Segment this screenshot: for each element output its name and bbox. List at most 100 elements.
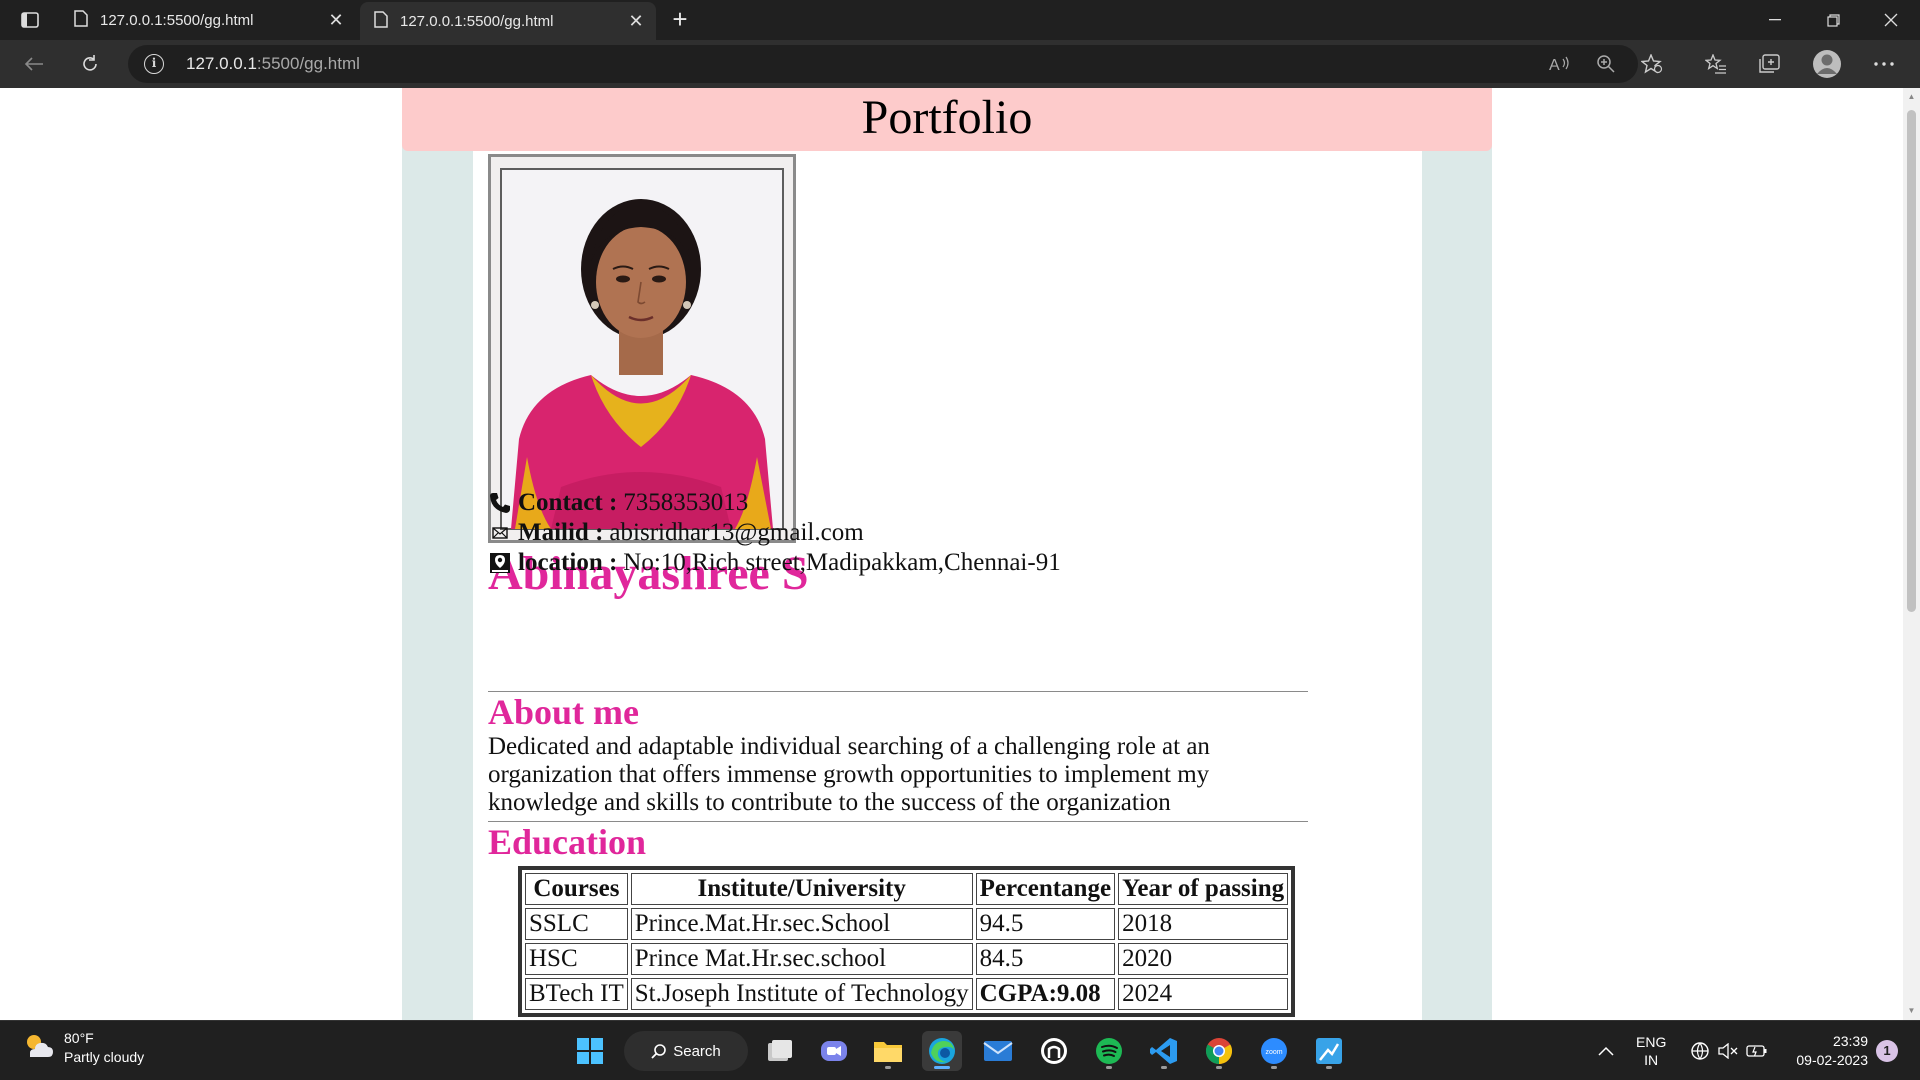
task-view-icon[interactable] [760,1031,800,1071]
portfolio-header: Portfolio [402,88,1492,151]
profile-avatar-icon[interactable] [1811,48,1843,80]
svg-text:A: A [1549,57,1560,73]
location-icon [488,551,512,575]
phone-icon [488,491,512,515]
volume-muted-icon[interactable] [1718,1021,1738,1080]
mail-icon [488,521,512,545]
clock-date: 09-02-2023 [1796,1052,1868,1068]
notifications-badge[interactable]: 1 [1876,1021,1898,1080]
page-viewport: Portfolio Abinayashree S Contact: 73583… [0,88,1903,1020]
read-aloud-icon[interactable]: A [1544,48,1576,80]
url-path: :5500/gg.html [256,54,360,73]
table-cell: Prince Mat.Hr.sec.school [630,943,973,975]
table-cell: 2020 [1118,943,1289,975]
scroll-down-icon[interactable]: ▼ [1906,1006,1917,1016]
url-text[interactable]: 127.0.0.1:5500/gg.html [186,54,360,74]
table-row: HSC Prince Mat.Hr.sec.school 84.5 2020 [525,943,1289,975]
collections-icon[interactable] [1753,48,1785,80]
location-line: location : No:10,Rich street,Madipakkam,… [488,548,1061,578]
back-icon[interactable] [18,48,50,80]
tab-1[interactable]: 127.0.0.1:5500/gg.html ✕ [60,0,356,40]
zoom-app-icon[interactable]: zoom [1254,1031,1294,1071]
tab-title: 127.0.0.1:5500/gg.html [400,12,554,30]
weather-condition: Partly cloudy [64,1049,145,1065]
language-indicator[interactable]: ENG IN [1636,1021,1666,1080]
table-cell: 2018 [1118,908,1289,940]
page-icon [374,10,388,32]
location-value: No:10,Rich street,Madipakkam,Chennai-91 [623,549,1061,576]
scrollbar-thumb[interactable] [1907,110,1916,612]
table-cell: 84.5 [975,943,1116,975]
table-cell: HSC [525,943,628,975]
running-indicator [1106,1066,1112,1069]
location-label: location : [518,549,618,576]
edge-browser-icon[interactable] [922,1031,962,1071]
language-line2: IN [1644,1052,1659,1068]
browser-toolbar: i 127.0.0.1:5500/gg.html A [0,40,1920,88]
github-icon[interactable] [1034,1031,1074,1071]
education-table: Courses Institute/University Percentange… [518,866,1296,1017]
table-cell: 2024 [1118,978,1289,1010]
favorites-icon[interactable] [1700,48,1732,80]
page-title: Portfolio [861,91,1033,144]
table-cell: CGPA:9.08 [975,978,1116,1010]
scroll-up-icon[interactable]: ▲ [1906,92,1917,102]
url-host: 127.0.0.1 [186,54,257,73]
zoom-icon[interactable] [1590,48,1622,80]
address-bar[interactable]: i 127.0.0.1:5500/gg.html [128,45,1638,83]
about-heading: About me [488,692,639,732]
tab-title: 127.0.0.1:5500/gg.html [100,11,254,29]
start-icon[interactable] [570,1031,610,1071]
weather-widget[interactable]: 80°F Partly cloudy [22,1029,144,1067]
running-indicator [885,1066,891,1069]
taskbar-search-button[interactable]: Search [624,1031,748,1071]
chrome-icon[interactable] [1199,1031,1239,1071]
page-scrollbar[interactable]: ▲ ▼ [1903,88,1920,1020]
close-window-icon[interactable] [1862,0,1920,40]
table-row: BTech IT St.Joseph Institute of Technolo… [525,978,1289,1010]
show-hidden-icons[interactable] [1598,1021,1614,1080]
table-cell: SSLC [525,908,628,940]
mail-app-icon[interactable] [978,1031,1018,1071]
language-line1: ENG [1636,1034,1667,1050]
running-indicator [1216,1066,1222,1069]
close-tab-icon[interactable]: ✕ [326,10,346,31]
site-info-icon[interactable]: i [144,54,164,74]
page-icon [74,9,88,31]
mail-label: Mailid : [518,519,604,546]
clock-time: 23:39 [1832,1033,1868,1049]
table-cell: BTech IT [525,978,628,1010]
add-favorite-icon[interactable] [1636,48,1668,80]
network-icon[interactable] [1690,1021,1710,1080]
new-tab-button[interactable]: + [664,4,696,36]
contact-line: Contact : 7358353013 [488,488,748,518]
chat-icon[interactable] [814,1031,854,1071]
table-cell: St.Joseph Institute of Technology [630,978,973,1010]
clock[interactable]: 23:39 09-02-2023 [1786,1021,1868,1080]
tab-2[interactable]: 127.0.0.1:5500/gg.html ✕ [360,2,656,40]
notification-count: 1 [1876,1040,1898,1062]
tab-actions-icon[interactable] [14,8,46,32]
spotify-icon[interactable] [1089,1031,1129,1071]
paint-app-icon[interactable] [1309,1031,1349,1071]
running-indicator [1161,1066,1167,1069]
profile-photo [488,154,796,543]
restore-icon[interactable] [1804,0,1862,40]
table-cell: Prince.Mat.Hr.sec.School [630,908,973,940]
close-tab-icon[interactable]: ✕ [626,11,646,32]
minimize-icon[interactable] [1746,0,1804,40]
search-icon [651,1044,667,1059]
search-label: Search [673,1042,721,1060]
file-explorer-icon[interactable] [868,1031,908,1071]
about-text: Dedicated and adaptable individual searc… [488,733,1210,816]
vscode-icon[interactable] [1144,1031,1184,1071]
more-options-icon[interactable] [1868,48,1900,80]
refresh-icon[interactable] [74,48,106,80]
weather-temp: 80°F [64,1030,94,1046]
contact-label: Contact : [518,489,618,516]
browser-titlebar: 127.0.0.1:5500/gg.html ✕ 127.0.0.1:5500/… [0,0,1920,40]
education-heading: Education [488,822,647,862]
table-header-row: Courses Institute/University Percentange… [525,873,1289,905]
battery-icon[interactable] [1746,1021,1768,1080]
partly-cloudy-icon [22,1031,54,1066]
